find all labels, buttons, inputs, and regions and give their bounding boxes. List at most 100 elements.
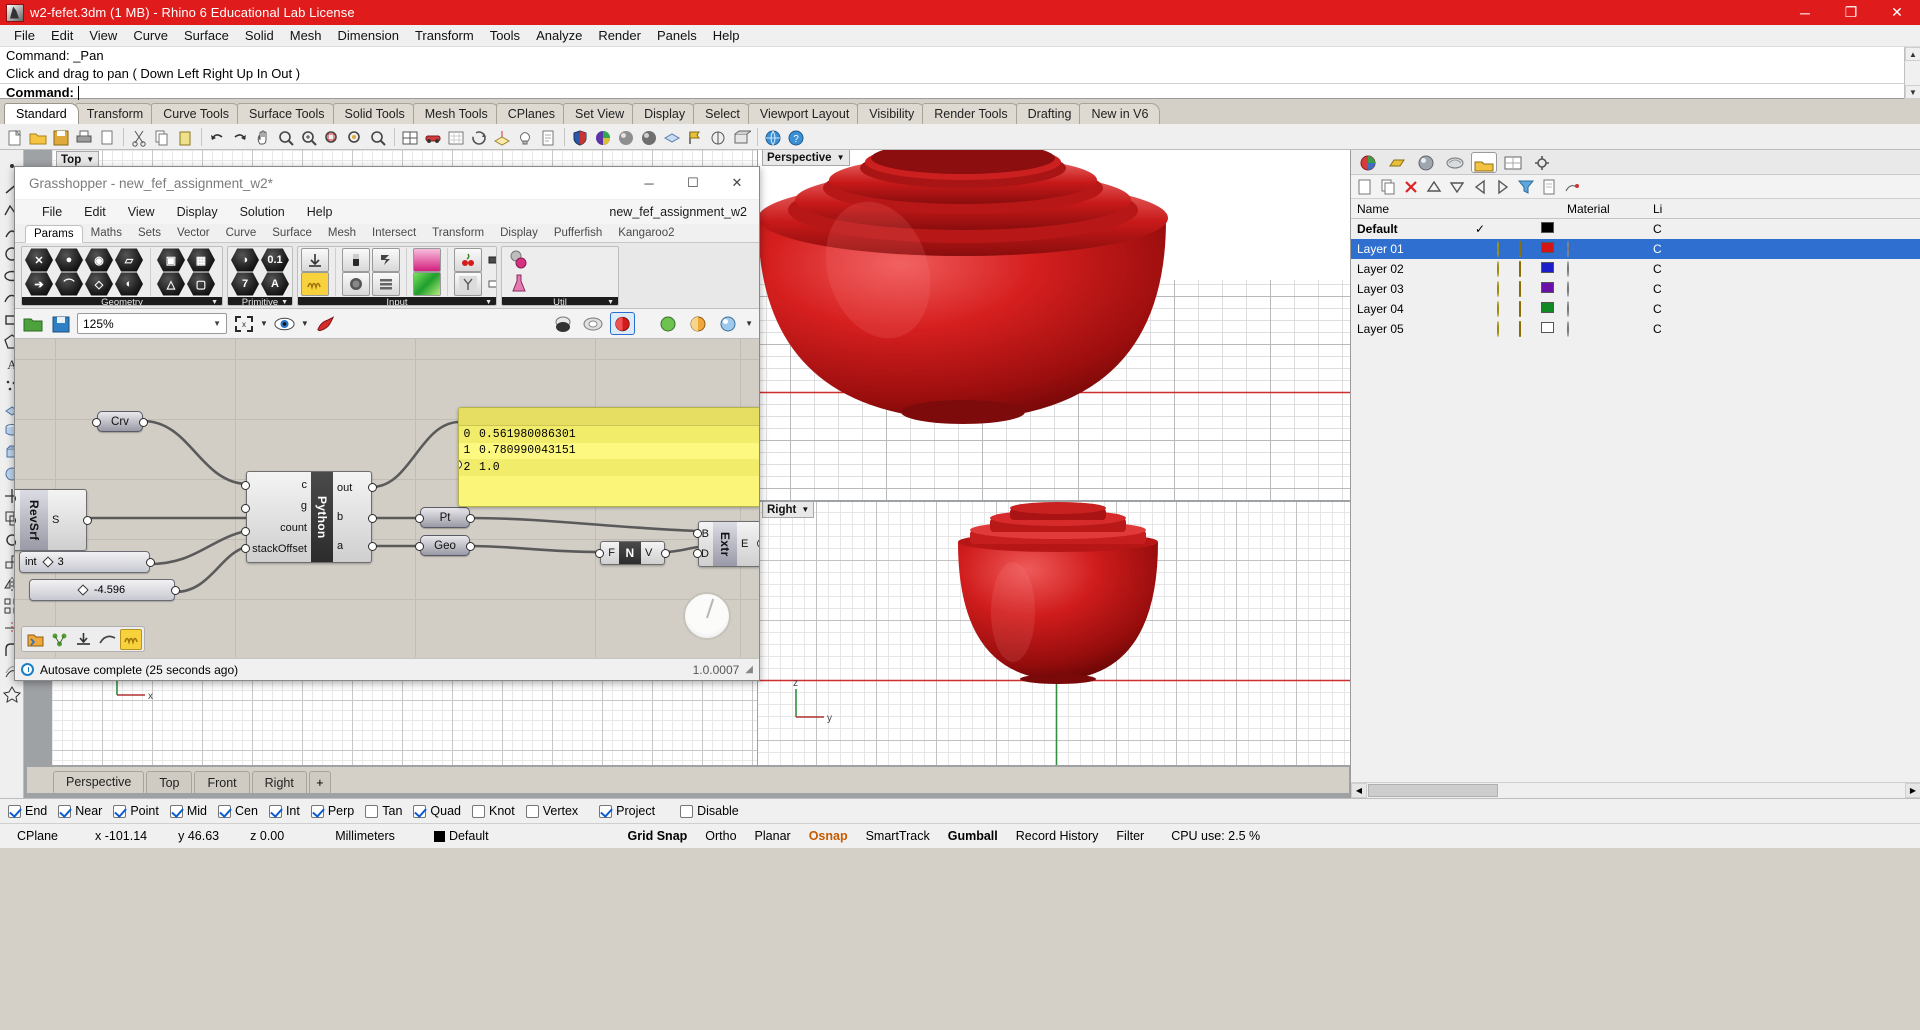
python-port-c[interactable] xyxy=(241,481,250,490)
node-pt[interactable]: Pt xyxy=(420,507,470,528)
slider-component-icon[interactable] xyxy=(372,248,400,272)
chevron-down-icon[interactable]: ▼ xyxy=(801,505,809,514)
checkbox[interactable] xyxy=(113,805,126,818)
osnap-quad[interactable]: Quad xyxy=(413,804,461,818)
button-component-icon[interactable] xyxy=(301,248,329,272)
vtab-top[interactable]: Top xyxy=(146,771,192,793)
int-slider-output-port[interactable] xyxy=(146,558,155,567)
param-plane-icon[interactable]: △ xyxy=(157,272,185,296)
param-subd-icon[interactable]: ▢ xyxy=(187,272,215,296)
render-shield-icon[interactable] xyxy=(569,127,589,147)
viewport-perspective[interactable]: Perspective ▼ xyxy=(758,150,1373,500)
copy-icon[interactable] xyxy=(151,127,171,147)
osnap-cen[interactable]: Cen xyxy=(218,804,258,818)
node-python[interactable]: c g count stackOffset Python out b a xyxy=(246,471,372,563)
node-number-slider[interactable]: -4.596 xyxy=(29,579,175,601)
checkbox[interactable] xyxy=(8,805,21,818)
knob-component-icon[interactable] xyxy=(342,272,370,296)
gh-menu-help[interactable]: Help xyxy=(296,205,344,219)
panel-tab-properties[interactable] xyxy=(1355,152,1381,173)
command-scrollbar[interactable]: ▲ ▼ xyxy=(1904,47,1920,99)
chevron-down-icon[interactable]: ▼ xyxy=(301,319,309,328)
osnap-tan[interactable]: Tan xyxy=(365,804,402,818)
layer-linetype[interactable]: C xyxy=(1647,262,1687,276)
gh-tab-surface[interactable]: Surface xyxy=(264,224,320,242)
explode-tool-icon[interactable] xyxy=(2,684,22,704)
palette-label-util[interactable]: Util ▼ xyxy=(502,297,618,306)
layer-color-swatch[interactable] xyxy=(1535,322,1561,336)
gh-menu-file[interactable]: File xyxy=(31,205,73,219)
param-integer-icon[interactable]: 7 xyxy=(231,272,259,296)
command-input-row[interactable]: Command: xyxy=(0,83,1920,101)
layer-icon[interactable] xyxy=(661,127,681,147)
right-arrow-outline-icon[interactable] xyxy=(484,272,497,296)
toggle-grid-snap[interactable]: Grid Snap xyxy=(498,829,697,843)
undo-icon[interactable] xyxy=(206,127,226,147)
gh-menu-solution[interactable]: Solution xyxy=(229,205,296,219)
flag-icon[interactable] xyxy=(684,127,704,147)
vtab-right[interactable]: Right xyxy=(252,771,307,793)
osnap-vertex[interactable]: Vertex xyxy=(526,804,578,818)
toggle-filter[interactable]: Filter xyxy=(1107,829,1153,843)
layer-linetype[interactable]: C xyxy=(1647,302,1687,316)
print-icon[interactable] xyxy=(73,127,93,147)
preview-flat-icon[interactable] xyxy=(685,312,710,335)
resize-grip-icon[interactable]: ◢ xyxy=(745,664,753,675)
checkbox[interactable] xyxy=(526,805,539,818)
tab-drafting[interactable]: Drafting xyxy=(1016,103,1084,124)
shaded-display-icon[interactable] xyxy=(580,312,605,335)
negate-output-port[interactable] xyxy=(661,549,670,558)
chevron-down-icon[interactable]: ▼ xyxy=(485,299,492,306)
toggle-gumball[interactable]: Gumball xyxy=(939,829,1007,843)
extr-port-e[interactable] xyxy=(757,539,759,548)
param-brep-icon[interactable]: ▱ xyxy=(115,248,143,272)
jitter-icon[interactable] xyxy=(505,248,533,272)
menu-tools[interactable]: Tools xyxy=(482,26,528,45)
filter-icon[interactable] xyxy=(1516,177,1536,197)
extr-port-b[interactable] xyxy=(693,529,702,538)
extr-port-d[interactable] xyxy=(693,549,702,558)
pt-output-port[interactable] xyxy=(466,514,475,523)
panel-tab-display[interactable] xyxy=(1384,152,1410,173)
toggle-record-history[interactable]: Record History xyxy=(1007,829,1108,843)
maximize-button[interactable]: ❐ xyxy=(1828,0,1874,25)
mini-panel-icon[interactable] xyxy=(120,629,142,650)
param-arc-icon[interactable]: ◐ xyxy=(115,272,143,296)
layer-lock-icon[interactable] xyxy=(1513,242,1535,256)
palette-label-primitive[interactable]: Primitive ▼ xyxy=(228,297,292,306)
layer-material[interactable] xyxy=(1561,242,1647,256)
viewport-right[interactable]: z y Right ▼ xyxy=(758,502,1373,765)
crv-output-port[interactable] xyxy=(139,418,148,427)
checkbox[interactable] xyxy=(269,805,282,818)
layer-linetype[interactable]: C xyxy=(1647,242,1687,256)
help-icon[interactable]: ? xyxy=(785,127,805,147)
panel-tab-named-views[interactable] xyxy=(1500,152,1526,173)
layer-more-icon[interactable] xyxy=(1562,177,1582,197)
chevron-down-icon[interactable]: ▼ xyxy=(211,299,218,306)
mini-bake-icon[interactable] xyxy=(72,629,94,650)
scroll-left-arrow[interactable]: ◀ xyxy=(1351,783,1367,798)
new-file-icon[interactable] xyxy=(4,127,24,147)
number-slider-output-port[interactable] xyxy=(171,586,180,595)
layer-material[interactable] xyxy=(1561,302,1647,316)
node-extr[interactable]: B D Extr E xyxy=(698,521,759,567)
node-geo[interactable]: Geo xyxy=(420,535,470,556)
layers-horizontal-scrollbar[interactable]: ◀ ▶ xyxy=(1351,782,1920,798)
param-geometry-icon[interactable]: ✕ xyxy=(25,248,53,272)
checkbox[interactable] xyxy=(218,805,231,818)
gh-maximize-button[interactable]: ☐ xyxy=(671,167,715,200)
move-layer-right-icon[interactable] xyxy=(1493,177,1513,197)
layer-visibility-icon[interactable] xyxy=(1491,242,1513,256)
tab-set-view[interactable]: Set View xyxy=(563,103,636,124)
layer-row-layer-04[interactable]: Layer 04 C xyxy=(1351,299,1920,319)
current-layer-check[interactable]: ✓ xyxy=(1469,222,1491,236)
geo-output-port[interactable] xyxy=(466,542,475,551)
checkbox[interactable] xyxy=(311,805,324,818)
tab-solid-tools[interactable]: Solid Tools xyxy=(333,103,417,124)
bugtrack-icon[interactable] xyxy=(707,127,727,147)
checkbox[interactable] xyxy=(413,805,426,818)
chevron-down-icon[interactable]: ▼ xyxy=(260,319,268,328)
gh-tab-display[interactable]: Display xyxy=(492,224,546,242)
viewport-layout-icon[interactable] xyxy=(399,127,419,147)
param-point-icon[interactable]: ● xyxy=(55,248,83,272)
